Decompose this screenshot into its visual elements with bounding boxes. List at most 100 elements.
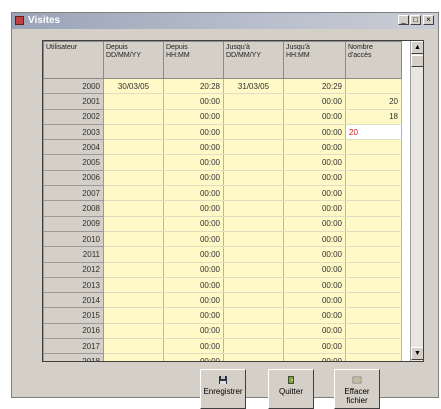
cell-from-time[interactable]: 00:00 [163, 246, 224, 263]
cell-to-time[interactable]: 00:00 [283, 353, 346, 361]
cell-from-time[interactable]: 00:00 [163, 353, 224, 361]
cell-to-time[interactable]: 00:00 [283, 292, 346, 309]
cell-count[interactable] [345, 139, 402, 156]
cell-to-time[interactable]: 00:00 [283, 216, 346, 232]
scroll-up-button[interactable]: ▲ [411, 41, 423, 54]
cell-count[interactable] [345, 78, 402, 95]
cell-from-date[interactable] [103, 353, 164, 361]
cell-to-date[interactable] [223, 307, 284, 324]
cell-to-time[interactable]: 00:00 [283, 185, 346, 202]
cell-to-date[interactable] [223, 139, 284, 156]
cell-to-date[interactable] [223, 200, 284, 217]
visits-grid[interactable]: Utilisateur Depuis DD/MM/YY Depuis HH:MM Jusq… [42, 40, 424, 362]
minimize-button[interactable]: _ [398, 15, 409, 25]
cell-from-date[interactable] [103, 323, 164, 340]
cell-count[interactable] [345, 353, 402, 361]
cell-count[interactable] [345, 262, 402, 278]
cell-from-time[interactable]: 00:00 [163, 216, 224, 232]
cell-to-time[interactable]: 00:00 [283, 124, 346, 141]
cell-from-time[interactable]: 00:00 [163, 338, 224, 355]
header-to-time[interactable]: Jusqu'à HH:MM [283, 41, 346, 79]
cell-from-time[interactable]: 00:00 [163, 109, 224, 125]
cell-to-time[interactable]: 00:00 [283, 277, 346, 294]
cell-from-date[interactable] [103, 200, 164, 217]
cell-from-date[interactable] [103, 93, 164, 110]
cell-count[interactable] [345, 307, 402, 324]
cell-from-date[interactable] [103, 185, 164, 202]
close-button[interactable]: × [423, 15, 434, 25]
table-row[interactable]: 2015 00:00 00:00 [43, 307, 402, 324]
cell-count[interactable] [345, 338, 402, 355]
cell-count[interactable] [345, 185, 402, 202]
cell-to-date[interactable] [223, 216, 284, 232]
cell-count[interactable] [345, 323, 402, 340]
cell-count[interactable] [345, 200, 402, 217]
cell-to-time[interactable]: 00:00 [283, 338, 346, 355]
cell-from-time[interactable]: 00:00 [163, 154, 224, 171]
table-row[interactable]: 2017 00:00 00:00 [43, 338, 402, 355]
cell-from-date[interactable] [103, 231, 164, 248]
table-row[interactable]: 2009 00:00 00:00 [43, 215, 402, 232]
clear-file-button[interactable]: Effacer fichier [334, 369, 380, 409]
cell-from-date[interactable] [103, 109, 164, 125]
cell-to-date[interactable] [223, 277, 284, 294]
cell-to-date[interactable] [223, 185, 284, 202]
table-row[interactable]: 2012 00:00 00:00 [43, 261, 402, 278]
vertical-scrollbar[interactable]: ▲ ▼ [410, 41, 423, 361]
header-from-date[interactable]: Depuis DD/MM/YY [103, 41, 164, 79]
cell-count[interactable] [345, 231, 402, 248]
header-from-time[interactable]: Depuis HH:MM [163, 41, 224, 79]
table-row[interactable]: 2016 00:00 00:00 [43, 322, 402, 340]
header-to-date[interactable]: Jusqu'à DD/MM/YY [223, 41, 284, 79]
scroll-thumb[interactable] [411, 55, 423, 67]
cell-to-time[interactable]: 00:00 [283, 262, 346, 278]
cell-count[interactable] [345, 292, 402, 309]
cell-from-time[interactable]: 00:00 [163, 170, 224, 187]
header-user[interactable]: Utilisateur [43, 41, 104, 79]
title-bar[interactable]: Visites _ □ × [12, 13, 438, 29]
cell-count[interactable]: 20 [345, 93, 402, 110]
cell-from-date[interactable] [103, 307, 164, 324]
cell-from-date[interactable] [103, 170, 164, 187]
cell-to-date[interactable] [223, 170, 284, 187]
table-row[interactable]: 2005 00:00 00:00 [43, 154, 402, 171]
cell-to-date[interactable] [223, 231, 284, 248]
save-button[interactable]: Enregistrer [200, 369, 246, 409]
cell-from-time[interactable]: 00:00 [163, 93, 224, 110]
cell-count[interactable] [345, 277, 402, 294]
cell-to-date[interactable] [223, 93, 284, 110]
cell-to-time[interactable]: 00:00 [283, 154, 346, 171]
table-row[interactable]: 2003 00:00 00:00 20 [43, 123, 402, 141]
table-row[interactable]: 2011 00:00 00:00 [43, 246, 402, 263]
cell-from-time[interactable]: 00:00 [163, 231, 224, 248]
cell-to-date[interactable] [223, 109, 284, 125]
maximize-button[interactable]: □ [410, 15, 421, 25]
cell-from-time[interactable]: 00:00 [163, 185, 224, 202]
quit-button[interactable]: Quitter [268, 369, 314, 409]
table-row[interactable]: 2014 00:00 00:00 [43, 292, 402, 309]
cell-to-date[interactable] [223, 262, 284, 278]
cell-from-time[interactable]: 00:00 [163, 124, 224, 141]
cell-from-time[interactable]: 00:00 [163, 200, 224, 217]
cell-from-date[interactable] [103, 292, 164, 309]
cell-from-date[interactable] [103, 216, 164, 232]
cell-to-time[interactable]: 00:00 [283, 231, 346, 248]
cell-from-date[interactable] [103, 246, 164, 263]
table-row[interactable]: 2006 00:00 00:00 [43, 169, 402, 187]
table-row[interactable]: 2001 00:00 00:00 20 [43, 93, 402, 110]
table-row[interactable]: 2002 00:00 00:00 18 [43, 108, 402, 125]
cell-from-time[interactable]: 00:00 [163, 323, 224, 340]
cell-from-time[interactable]: 00:00 [163, 292, 224, 309]
cell-to-date[interactable] [223, 154, 284, 171]
cell-from-date[interactable] [103, 124, 164, 141]
scroll-down-button[interactable]: ▼ [411, 347, 423, 360]
cell-to-date[interactable] [223, 292, 284, 309]
cell-to-time[interactable]: 00:00 [283, 307, 346, 324]
cell-count[interactable] [345, 170, 402, 187]
cell-to-time[interactable]: 00:00 [283, 246, 346, 263]
cell-to-time[interactable]: 00:00 [283, 139, 346, 156]
cell-count[interactable] [345, 246, 402, 263]
cell-from-date[interactable]: 30/03/05 [103, 78, 164, 95]
cell-to-date[interactable] [223, 246, 284, 263]
cell-to-date[interactable] [223, 323, 284, 340]
